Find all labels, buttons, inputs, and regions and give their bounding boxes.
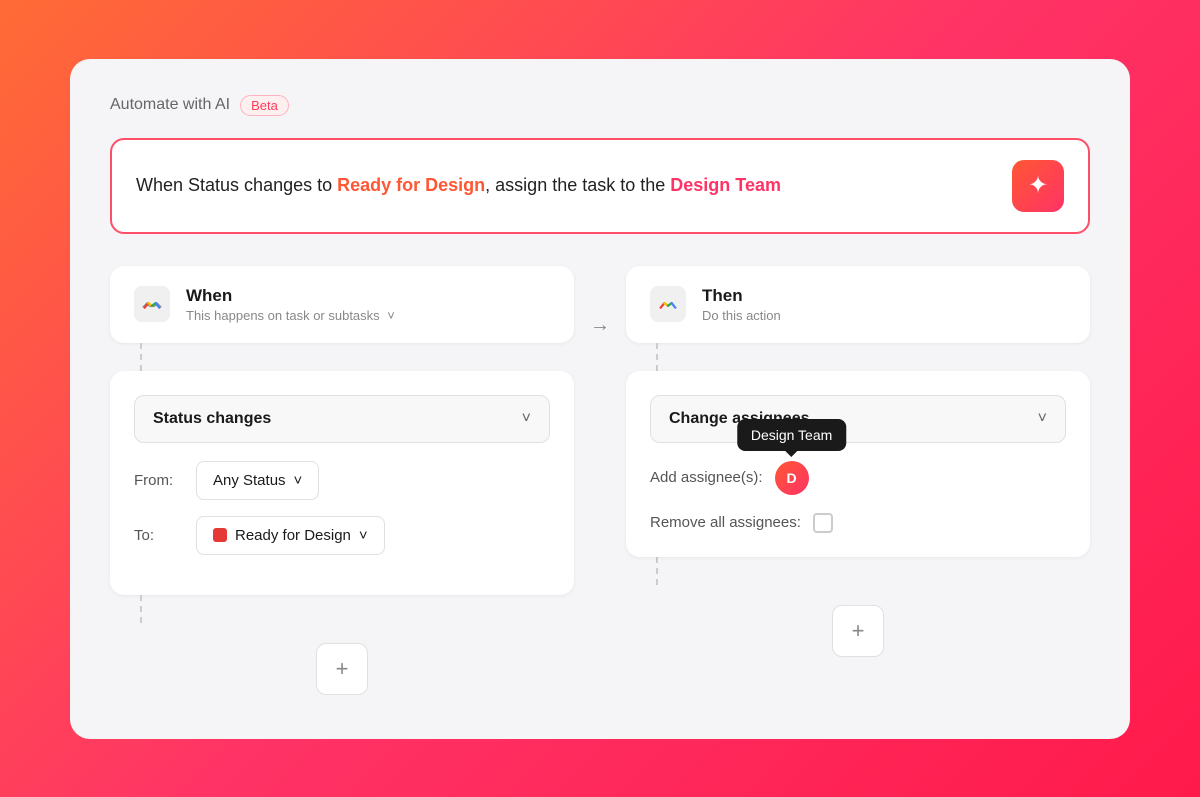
then-card: Then Do this action (626, 266, 1090, 343)
add-assignee-label: Add assignee(s): (650, 469, 763, 486)
chevron-down-icon-status: ˅ (522, 410, 531, 428)
then-title: Then (702, 286, 781, 306)
when-card-text: When This happens on task or subtasks ˅ (186, 286, 395, 323)
change-assignees-select[interactable]: Change assignees ˅ (650, 395, 1066, 443)
remove-all-checkbox[interactable] (813, 513, 833, 533)
then-column: Then Do this action Change assignees ˅ A… (626, 266, 1090, 657)
design-team-tooltip: Design Team (737, 419, 846, 451)
chevron-down-icon-assignees: ˅ (1038, 410, 1047, 428)
prompt-highlight1: Ready for Design (337, 175, 485, 195)
clickup-svg-when (141, 293, 163, 315)
dotted-line-right-2 (656, 557, 1090, 585)
add-assignee-row: Add assignee(s): Design Team D (650, 461, 1066, 495)
add-step-button-left[interactable]: + (316, 643, 368, 695)
when-column: When This happens on task or subtasks ˅ … (110, 266, 574, 695)
plus-icon-right: + (852, 618, 865, 644)
prompt-highlight2: Design Team (670, 175, 781, 195)
plus-icon-left: + (336, 656, 349, 682)
main-card: Automate with AI Beta When Status change… (70, 59, 1130, 739)
arrow-icon: → (590, 314, 610, 337)
assignee-avatar[interactable]: Design Team D (775, 461, 809, 495)
prompt-text-middle: , assign the task to the (485, 175, 670, 195)
from-row: From: Any Status ˅ (134, 461, 550, 500)
remove-all-row: Remove all assignees: (650, 513, 1066, 533)
prompt-text: When Status changes to Ready for Design,… (136, 172, 781, 199)
dotted-line-left-2 (140, 595, 574, 623)
status-changes-label: Status changes (153, 410, 271, 428)
prompt-text-before: When Status changes to (136, 175, 337, 195)
automate-label: Automate with AI (110, 96, 230, 114)
when-dropdown-indicator[interactable]: ˅ (387, 308, 395, 323)
remove-all-label: Remove all assignees: (650, 514, 801, 531)
automation-layout: When This happens on task or subtasks ˅ … (110, 266, 1090, 695)
assignee-initial: D (787, 470, 797, 486)
to-value-dropdown[interactable]: Ready for Design ˅ (196, 516, 385, 555)
to-label: To: (134, 527, 184, 544)
clickup-svg-then (657, 293, 679, 315)
header-row: Automate with AI Beta (110, 95, 1090, 116)
prompt-box: When Status changes to Ready for Design,… (110, 138, 1090, 234)
status-changes-select[interactable]: Status changes ˅ (134, 395, 550, 443)
clickup-logo-then (650, 286, 686, 322)
beta-badge: Beta (240, 95, 289, 116)
dotted-line-right-1 (656, 343, 1090, 371)
to-value-text: Ready for Design (235, 527, 351, 544)
then-subtitle: Do this action (702, 308, 781, 323)
status-dot-red (213, 528, 227, 542)
arrow-connector: → (574, 314, 626, 337)
clickup-logo-when (134, 286, 170, 322)
condition-card: Status changes ˅ From: Any Status ˅ To: (110, 371, 574, 595)
dotted-line-left-1 (140, 343, 574, 371)
sparkle-icon: ✦ (1028, 171, 1048, 200)
then-card-text: Then Do this action (702, 286, 781, 323)
sparkle-button[interactable]: ✦ (1012, 160, 1064, 212)
from-value-text: Any Status (213, 472, 286, 489)
chevron-down-icon-from: ˅ (294, 472, 303, 489)
from-label: From: (134, 472, 184, 489)
when-subtitle: This happens on task or subtasks ˅ (186, 308, 395, 323)
add-step-button-right[interactable]: + (832, 605, 884, 657)
chevron-down-icon-to: ˅ (359, 527, 368, 544)
from-value-dropdown[interactable]: Any Status ˅ (196, 461, 319, 500)
to-row: To: Ready for Design ˅ (134, 516, 550, 555)
action-section: Change assignees ˅ Add assignee(s): Desi… (626, 371, 1090, 557)
when-title: When (186, 286, 395, 306)
when-card: When This happens on task or subtasks ˅ (110, 266, 574, 343)
